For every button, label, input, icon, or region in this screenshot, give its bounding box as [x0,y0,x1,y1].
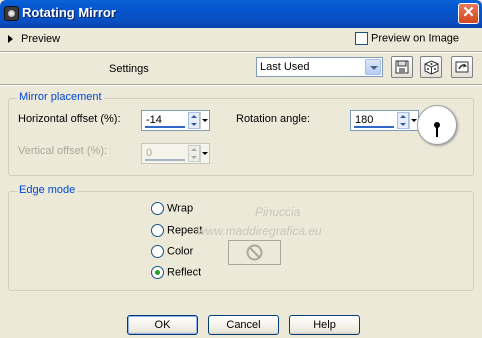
title-bar: Rotating Mirror ✕ [0,0,482,28]
mirror-placement-title: Mirror placement [17,91,104,103]
vertical-offset-spinner: 0 [141,143,210,164]
edge-color-swatch [228,240,281,265]
chevron-down-icon[interactable] [365,59,381,75]
settings-label: Settings [109,63,149,75]
preset-dropdown[interactable]: Last Used [256,57,383,77]
preview-toggle[interactable]: Preview [8,33,60,45]
reset-button[interactable] [451,56,473,78]
vertical-offset-bar [145,159,185,161]
radio-repeat[interactable] [151,224,164,237]
dial-pointer-icon [434,122,440,137]
preset-value: Last Used [260,61,310,73]
horizontal-offset-spinner[interactable]: -14 [141,110,210,131]
rotation-angle-value[interactable]: 180 [355,114,373,126]
save-preset-button[interactable] [391,56,413,78]
edge-option-color[interactable]: Color [151,245,193,258]
preview-on-image-label: Preview on Image [371,32,460,45]
divider [0,51,482,53]
reset-icon [455,61,469,73]
edge-option-repeat[interactable]: Repeat [151,224,202,237]
vertical-offset-value: 0 [146,147,153,159]
spin-arrows-icon[interactable] [188,112,200,129]
spin-arrows-icon [188,145,200,162]
slider-dropdown-icon [200,145,208,162]
expand-arrow-icon [8,35,13,44]
rotation-dial[interactable] [417,105,457,145]
edge-mode-title: Edge mode [17,184,78,196]
radio-wrap[interactable] [151,202,164,215]
slider-dropdown-icon[interactable] [200,112,208,129]
app-icon [4,6,19,21]
window-title: Rotating Mirror [22,5,116,20]
randomize-button[interactable] [420,56,442,78]
watermark-name: Pinuccia [255,205,301,219]
ok-button[interactable]: OK [127,315,198,335]
edge-option-wrap[interactable]: Wrap [151,202,193,215]
save-preset-icon [395,60,409,74]
radio-reflect[interactable] [151,266,164,279]
horizontal-offset-label: Horizontal offset (%): [18,113,121,125]
preview-on-image-option[interactable]: Preview on Image [355,32,459,45]
randomize-icon [424,60,439,75]
radio-color[interactable] [151,245,164,258]
horizontal-offset-bar[interactable] [145,126,185,128]
disabled-icon [246,244,263,261]
horizontal-offset-value[interactable]: -14 [146,114,162,126]
edge-option-reflect[interactable]: Reflect [151,266,201,279]
edge-option-label: Color [167,245,194,258]
divider [0,84,482,86]
preview-on-image-checkbox[interactable] [355,32,368,45]
slider-dropdown-icon[interactable] [409,112,417,129]
close-button[interactable]: ✕ [458,3,479,24]
rotation-angle-label: Rotation angle: [236,113,310,125]
spin-arrows-icon[interactable] [397,112,409,129]
cancel-button[interactable]: Cancel [208,315,279,335]
rotation-angle-bar[interactable] [354,126,394,128]
preview-label: Preview [21,33,61,45]
watermark-url: www.maddiregrafica.eu [197,224,322,238]
edge-option-label: Wrap [167,202,194,215]
help-button[interactable]: Help [289,315,360,335]
edge-option-label: Reflect [167,266,202,279]
vertical-offset-label: Vertical offset (%): [18,145,108,157]
rotation-angle-spinner[interactable]: 180 [350,110,419,131]
